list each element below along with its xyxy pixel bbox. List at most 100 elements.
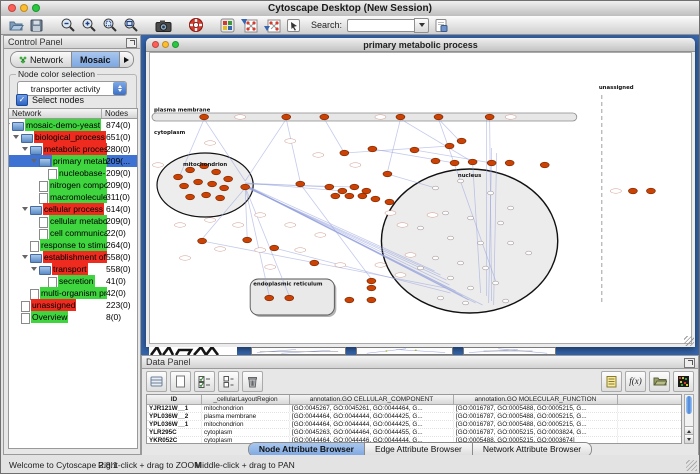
network-node[interactable] bbox=[208, 181, 217, 187]
network-node[interactable] bbox=[320, 114, 329, 120]
tree-row[interactable]: unassigned223(0) bbox=[9, 299, 137, 311]
tree-row[interactable]: nucleobase-209(0) bbox=[9, 167, 137, 179]
network-filter-icon[interactable] bbox=[263, 17, 281, 33]
network-node[interactable] bbox=[202, 192, 211, 198]
network-node[interactable] bbox=[180, 183, 189, 189]
select-attributes-icon[interactable] bbox=[194, 371, 215, 392]
nucleus-node[interactable] bbox=[417, 226, 423, 230]
tree-row[interactable]: cell communicat22(0) bbox=[9, 227, 137, 239]
network-node[interactable] bbox=[212, 169, 221, 175]
nucleus-node[interactable] bbox=[526, 251, 532, 255]
network-node[interactable] bbox=[220, 185, 229, 191]
float-panel-icon[interactable] bbox=[126, 38, 137, 48]
network-node[interactable] bbox=[445, 143, 454, 149]
network-node[interactable] bbox=[350, 184, 359, 190]
nucleus-node[interactable] bbox=[493, 281, 499, 285]
nucleus-node[interactable] bbox=[468, 216, 474, 220]
network-node[interactable] bbox=[296, 181, 305, 187]
expand-arrow-icon[interactable] bbox=[8, 123, 10, 127]
network-node[interactable] bbox=[396, 114, 405, 120]
network-node[interactable] bbox=[345, 297, 354, 303]
nucleus-node[interactable] bbox=[458, 261, 464, 265]
nucleus-node[interactable] bbox=[463, 301, 469, 305]
tree-row[interactable]: primary metab209(... bbox=[9, 155, 137, 167]
nucleus-node[interactable] bbox=[417, 266, 423, 270]
background-network-thumbnail[interactable] bbox=[356, 347, 453, 355]
table-row[interactable]: YPL036W__1mitochondrion[GO:0044464, GO:0… bbox=[147, 421, 681, 429]
select-nodes-checkbox[interactable]: ✓ bbox=[16, 94, 28, 106]
tree-row[interactable]: Overview8(0) bbox=[9, 311, 137, 323]
region-nucleus[interactable] bbox=[381, 169, 557, 313]
network-node[interactable] bbox=[331, 193, 340, 199]
tree-row[interactable]: cellular process614(0) bbox=[9, 203, 137, 215]
network-node[interactable] bbox=[194, 179, 203, 185]
network-node[interactable] bbox=[338, 188, 347, 194]
table-row[interactable]: YLR295Ccytoplasm[GO:0045263, GO:0044464,… bbox=[147, 429, 681, 437]
network-node[interactable] bbox=[540, 162, 549, 168]
attribute-table-icon[interactable] bbox=[146, 371, 167, 392]
network-node[interactable] bbox=[468, 159, 477, 165]
open-icon[interactable] bbox=[9, 17, 24, 33]
nucleus-node[interactable] bbox=[448, 236, 454, 240]
nucleus-node[interactable] bbox=[433, 186, 439, 190]
network-node[interactable] bbox=[285, 295, 294, 301]
tree-row[interactable]: multi-organism pro42(0) bbox=[9, 287, 137, 299]
import-attributes-folder-icon[interactable] bbox=[649, 371, 670, 392]
network-node[interactable] bbox=[282, 114, 291, 120]
nucleus-node[interactable] bbox=[508, 206, 514, 210]
network-node[interactable] bbox=[647, 188, 656, 194]
network-node[interactable] bbox=[174, 174, 183, 180]
network-node[interactable] bbox=[457, 138, 466, 144]
network-node[interactable] bbox=[345, 193, 354, 199]
tree-header-network[interactable]: Network bbox=[9, 109, 102, 118]
nucleus-node[interactable] bbox=[488, 191, 494, 195]
tree-row[interactable]: cellular metabo209(0) bbox=[9, 215, 137, 227]
table-row[interactable]: YPL036W__2plasma membrane[GO:0044464, GO… bbox=[147, 413, 681, 421]
network-edge[interactable] bbox=[286, 119, 300, 182]
network-node[interactable] bbox=[265, 295, 274, 301]
network-node[interactable] bbox=[358, 193, 367, 199]
network-edge[interactable] bbox=[245, 119, 286, 181]
nucleus-node[interactable] bbox=[498, 221, 504, 225]
nucleus-node[interactable] bbox=[443, 211, 449, 215]
network-modify-icon[interactable] bbox=[240, 17, 258, 33]
network-node[interactable] bbox=[371, 196, 380, 202]
network-edge[interactable] bbox=[324, 119, 344, 153]
delete-attribute-trash-icon[interactable] bbox=[242, 371, 263, 392]
tab-overflow-button[interactable] bbox=[120, 52, 133, 67]
nucleus-node[interactable] bbox=[468, 286, 474, 290]
tree-row[interactable]: establishment of lo558(0) bbox=[9, 251, 137, 263]
window-resize-grip[interactable] bbox=[684, 336, 694, 346]
tree-row[interactable]: metabolic process280(0) bbox=[9, 143, 137, 155]
tab-mosaic[interactable]: Mosaic bbox=[72, 52, 120, 67]
search-dropdown-button[interactable] bbox=[414, 18, 429, 33]
network-node[interactable] bbox=[340, 150, 349, 156]
nucleus-node[interactable] bbox=[433, 256, 439, 260]
expand-arrow-icon[interactable] bbox=[31, 159, 37, 163]
scrollbar-thumb[interactable] bbox=[686, 396, 692, 414]
expand-arrow-icon[interactable] bbox=[22, 147, 28, 151]
tree-row[interactable]: response to stimul264(0) bbox=[9, 239, 137, 251]
expand-arrow-icon[interactable] bbox=[31, 267, 37, 271]
save-icon[interactable] bbox=[29, 17, 44, 33]
network-node[interactable] bbox=[450, 160, 459, 166]
snapshot-camera-icon[interactable] bbox=[155, 17, 172, 33]
new-attribute-icon[interactable] bbox=[170, 371, 191, 392]
nucleus-node[interactable] bbox=[483, 266, 489, 270]
nucleus-node[interactable] bbox=[478, 241, 484, 245]
table-scrollbar[interactable] bbox=[684, 394, 694, 444]
help-lifering-icon[interactable] bbox=[188, 17, 204, 33]
column-header-region[interactable]: _cellularLayoutRegion bbox=[202, 395, 290, 404]
tree-row[interactable]: transport558(0) bbox=[9, 263, 137, 275]
network-edge[interactable] bbox=[387, 119, 400, 172]
column-header-id[interactable]: ID bbox=[147, 395, 202, 404]
network-node[interactable] bbox=[243, 237, 252, 243]
expand-arrow-icon[interactable] bbox=[22, 255, 28, 259]
column-header-cellular-component[interactable]: annotation.GO CELLULAR_COMPONENT bbox=[290, 395, 454, 404]
float-panel-icon[interactable] bbox=[684, 358, 695, 368]
network-node[interactable] bbox=[325, 184, 334, 190]
tab-network[interactable]: Network bbox=[11, 52, 72, 67]
attribute-matrix-icon[interactable] bbox=[673, 371, 694, 392]
network-node[interactable] bbox=[216, 195, 225, 201]
network-node[interactable] bbox=[186, 194, 195, 200]
